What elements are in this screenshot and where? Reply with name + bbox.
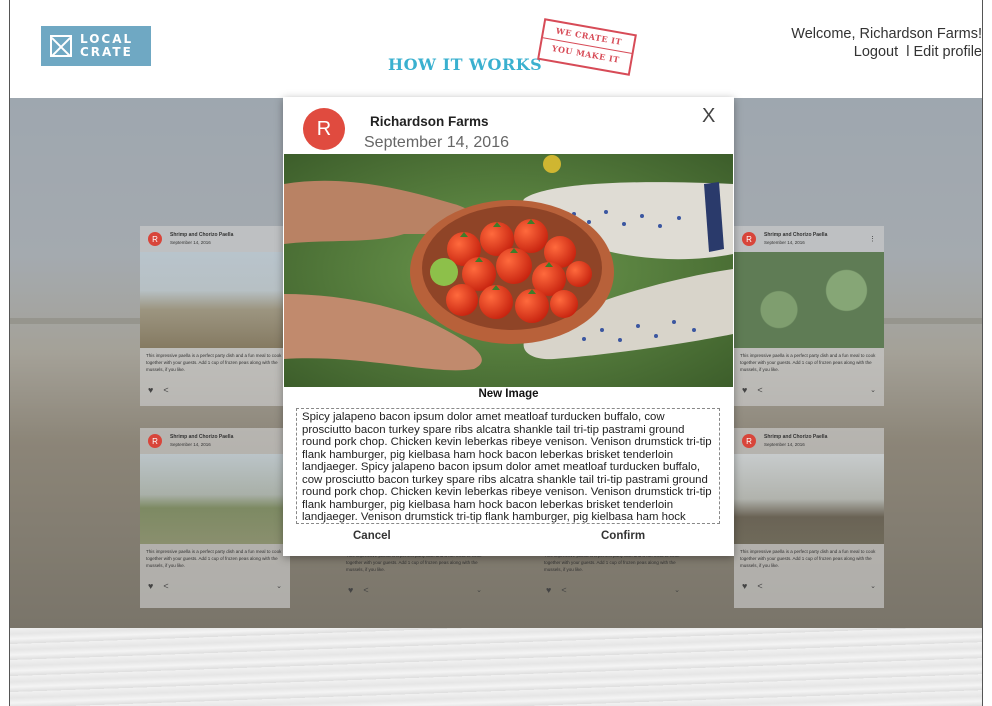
avatar: R bbox=[148, 232, 162, 246]
heart-icon[interactable]: ♥ bbox=[742, 581, 747, 591]
account-links: Logout l Edit profile bbox=[791, 43, 982, 61]
page-frame: LOCAL CRATE HOW IT WORKS WE CRATE IT YOU… bbox=[9, 0, 983, 706]
local-crate-logo[interactable]: LOCAL CRATE bbox=[41, 26, 151, 66]
card-header: R Shrimp and Chorizo Paella September 14,… bbox=[140, 226, 290, 252]
logout-link[interactable]: Logout bbox=[854, 44, 898, 60]
card-title: Shrimp and Chorizo Paella bbox=[764, 232, 828, 238]
card-title: Shrimp and Chorizo Paella bbox=[764, 434, 828, 440]
post-card[interactable]: R Shrimp and Chorizo Paella September 14,… bbox=[140, 428, 290, 608]
card-actions: ♥ < ⌄ bbox=[538, 580, 688, 600]
road-field-image bbox=[140, 252, 290, 348]
cancel-button[interactable]: Cancel bbox=[353, 530, 391, 542]
share-icon[interactable]: < bbox=[163, 581, 168, 591]
chevron-down-icon[interactable]: ⌄ bbox=[476, 586, 482, 594]
heart-icon[interactable]: ♥ bbox=[148, 385, 153, 395]
wood-floor-footer bbox=[10, 628, 982, 706]
card-actions: ♥ < ⌄ bbox=[734, 380, 884, 400]
post-date: September 14, 2016 bbox=[364, 134, 509, 151]
how-it-works-link[interactable]: HOW IT WORKS bbox=[388, 55, 542, 74]
tomato-bowl-photo bbox=[284, 154, 733, 387]
share-icon[interactable]: < bbox=[363, 585, 368, 595]
avatar: R bbox=[303, 108, 345, 150]
author-name: Richardson Farms bbox=[370, 114, 489, 129]
card-text: This impressive paella is a perfect part… bbox=[146, 353, 282, 372]
post-card[interactable]: This impressive paella is a perfect part… bbox=[538, 548, 688, 606]
confirm-button[interactable]: Confirm bbox=[601, 530, 645, 542]
chevron-down-icon[interactable]: ⌄ bbox=[276, 582, 282, 590]
post-card[interactable]: This impressive paella is a perfect part… bbox=[340, 548, 490, 606]
post-card[interactable]: R Shrimp and Chorizo Paella September 14,… bbox=[140, 226, 290, 406]
chevron-down-icon[interactable]: ⌄ bbox=[870, 582, 876, 590]
card-actions: ♥ < ⌄ bbox=[734, 576, 884, 596]
welcome-text: Welcome, Richardson Farms! bbox=[791, 26, 982, 42]
heart-icon[interactable]: ♥ bbox=[148, 581, 153, 591]
chevron-down-icon[interactable]: ⌄ bbox=[870, 386, 876, 394]
user-welcome: Welcome, Richardson Farms! Logout l Edit… bbox=[791, 25, 982, 61]
crate-logo-icon bbox=[50, 35, 72, 57]
avatar: R bbox=[742, 232, 756, 246]
chevron-down-icon[interactable]: ⌄ bbox=[674, 586, 680, 594]
tractor-image bbox=[734, 454, 884, 544]
lettuce-image bbox=[734, 252, 884, 348]
card-text: This impressive paella is a perfect part… bbox=[740, 549, 876, 568]
card-actions: ♥ < ⌄ bbox=[340, 580, 490, 600]
card-actions: ♥ < ⌄ bbox=[140, 576, 290, 596]
card-header: R Shrimp and Chorizo Paella September 14,… bbox=[140, 428, 290, 454]
card-date: September 14, 2016 bbox=[170, 240, 211, 245]
share-icon[interactable]: < bbox=[163, 385, 168, 395]
we-crate-it-stamp: WE CRATE IT YOU MAKE IT bbox=[537, 18, 637, 76]
avatar: R bbox=[148, 434, 162, 448]
tomato-bowl-image[interactable] bbox=[284, 154, 733, 387]
share-icon[interactable]: < bbox=[757, 581, 762, 591]
share-icon[interactable]: < bbox=[561, 585, 566, 595]
heart-icon[interactable]: ♥ bbox=[742, 385, 747, 395]
card-actions: ♥ < bbox=[140, 380, 290, 400]
family-field-image bbox=[140, 454, 290, 544]
card-header: R Shrimp and Chorizo Paella September 14,… bbox=[734, 226, 884, 252]
logo-text: LOCAL CRATE bbox=[80, 32, 134, 59]
share-icon[interactable]: < bbox=[757, 385, 762, 395]
close-icon[interactable]: X bbox=[702, 105, 715, 128]
post-body-textarea[interactable]: Spicy jalapeno bacon ipsum dolor amet me… bbox=[296, 408, 720, 524]
card-title: Shrimp and Chorizo Paella bbox=[170, 434, 234, 440]
post-card[interactable]: R Shrimp and Chorizo Paella September 14,… bbox=[734, 428, 884, 608]
card-text: This impressive paella is a perfect part… bbox=[146, 549, 282, 568]
heart-icon[interactable]: ♥ bbox=[348, 585, 353, 595]
card-date: September 14, 2016 bbox=[764, 240, 805, 245]
avatar: R bbox=[742, 434, 756, 448]
card-text: This impressive paella is a perfect part… bbox=[740, 353, 876, 372]
card-header: R Shrimp and Chorizo Paella September 14,… bbox=[734, 428, 884, 454]
link-separator: l bbox=[906, 44, 910, 60]
edit-profile-link[interactable]: Edit profile bbox=[913, 44, 982, 60]
new-post-modal: R Richardson Farms September 14, 2016 X bbox=[283, 97, 734, 556]
card-date: September 14, 2016 bbox=[170, 442, 211, 447]
card-title: Shrimp and Chorizo Paella bbox=[170, 232, 234, 238]
post-card[interactable]: R Shrimp and Chorizo Paella September 14,… bbox=[734, 226, 884, 406]
more-icon[interactable]: ⋮ bbox=[869, 235, 876, 243]
image-caption: New Image bbox=[478, 388, 539, 400]
heart-icon[interactable]: ♥ bbox=[546, 585, 551, 595]
card-date: September 14, 2016 bbox=[764, 442, 805, 447]
